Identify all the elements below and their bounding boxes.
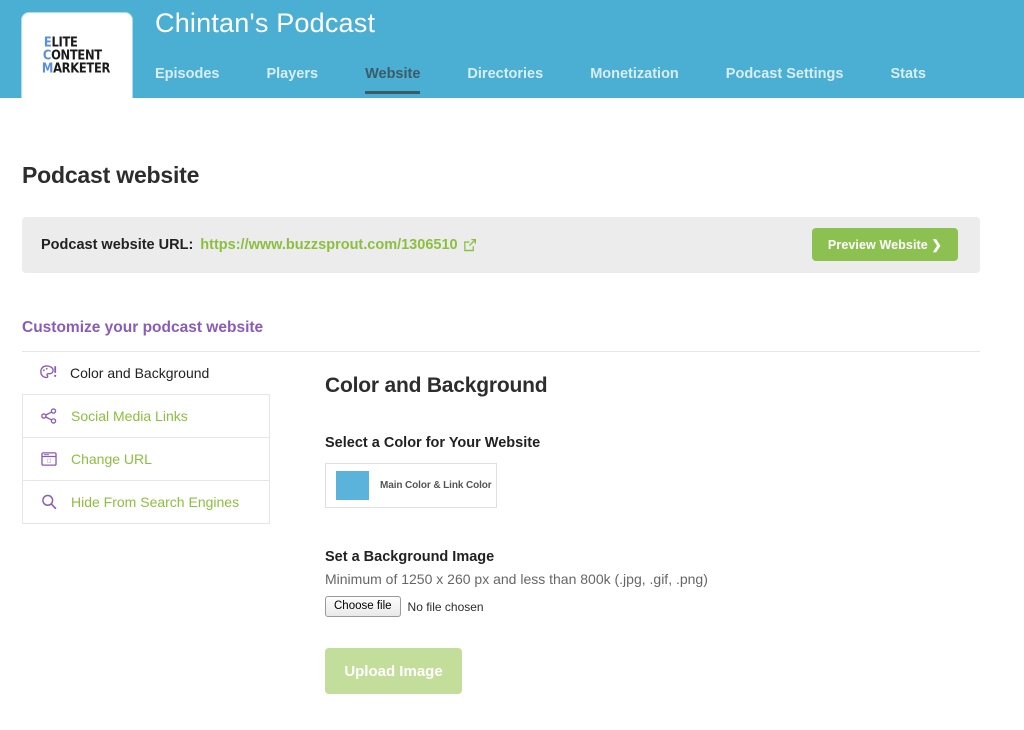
palette-icon (38, 363, 58, 383)
upload-image-button[interactable]: Upload Image (325, 648, 462, 694)
customize-sidebar: Color and Background Social Media Links (22, 352, 270, 524)
nav-item-podcast-settings[interactable]: Podcast Settings (726, 66, 844, 94)
background-image-hint: Minimum of 1250 x 260 px and less than 8… (325, 571, 708, 587)
logo-line-3: MARKETER (41, 59, 111, 77)
nav-item-players[interactable]: Players (266, 66, 318, 94)
sidebar-item-hide-from-search-engines[interactable]: Hide From Search Engines (22, 481, 270, 524)
file-input-row[interactable]: Choose file No file chosen (325, 596, 1002, 617)
nav-item-episodes[interactable]: Episodes (155, 66, 219, 94)
customize-content: Color and Background Social Media Links (22, 352, 1002, 694)
customize-heading: Customize your podcast website (22, 319, 264, 336)
podcast-title: Chintan's Podcast (155, 8, 376, 38)
sidebar-item-change-url[interactable]: ☐ Change URL (22, 438, 270, 481)
nav-item-website[interactable]: Website (365, 66, 421, 94)
brand-logo[interactable]: ELITE CONTENT MARKETER (22, 13, 132, 98)
logo-text-arketer: ARKETER (53, 59, 111, 77)
podcast-url-label: Podcast website URL: (41, 237, 194, 253)
logo-wordmark: ELITE CONTENT MARKETER (41, 35, 111, 77)
podcast-url-panel: Podcast website URL: https://www.buzzspr… (22, 217, 980, 273)
app-header: ELITE CONTENT MARKETER Chintan's Podcast… (0, 0, 1024, 98)
sidebar-item-label: Color and Background (70, 365, 210, 381)
choose-file-button[interactable]: Choose file (325, 596, 401, 617)
page-body: Podcast website Podcast website URL: htt… (0, 162, 1024, 694)
external-link-icon[interactable] (463, 238, 477, 257)
color-swatch-label: Main Color & Link Color (380, 480, 492, 491)
logo-letter-m: M (41, 59, 54, 77)
sidebar-item-label: Hide From Search Engines (71, 494, 240, 510)
search-icon (39, 492, 59, 512)
nav-item-directories[interactable]: Directories (467, 66, 543, 94)
settings-panel: Color and Background Select a Color for … (270, 352, 1002, 694)
page-title: Podcast website (22, 162, 200, 188)
sidebar-item-label: Change URL (71, 451, 152, 467)
background-image-label: Set a Background Image (325, 549, 495, 565)
browser-window-icon: ☐ (39, 449, 59, 469)
podcast-url-link[interactable]: https://www.buzzsprout.com/1306510 (200, 237, 457, 253)
nav-item-stats[interactable]: Stats (890, 66, 925, 94)
main-nav: Episodes Players Website Directories Mon… (155, 66, 973, 98)
sidebar-item-social-media-links[interactable]: Social Media Links (22, 395, 270, 438)
panel-heading: Color and Background (325, 374, 548, 397)
file-name-text: No file chosen (407, 599, 484, 614)
nav-item-monetization[interactable]: Monetization (590, 66, 679, 94)
svg-text:☐: ☐ (47, 459, 52, 465)
color-swatch[interactable] (336, 471, 369, 500)
preview-website-button[interactable]: Preview Website ❯ (811, 228, 958, 261)
select-color-label: Select a Color for Your Website (325, 435, 541, 451)
sidebar-item-color-and-background[interactable]: Color and Background (22, 352, 270, 395)
sidebar-item-label: Social Media Links (71, 408, 188, 424)
main-color-picker[interactable]: Main Color & Link Color (325, 463, 497, 508)
share-icon (39, 406, 59, 426)
